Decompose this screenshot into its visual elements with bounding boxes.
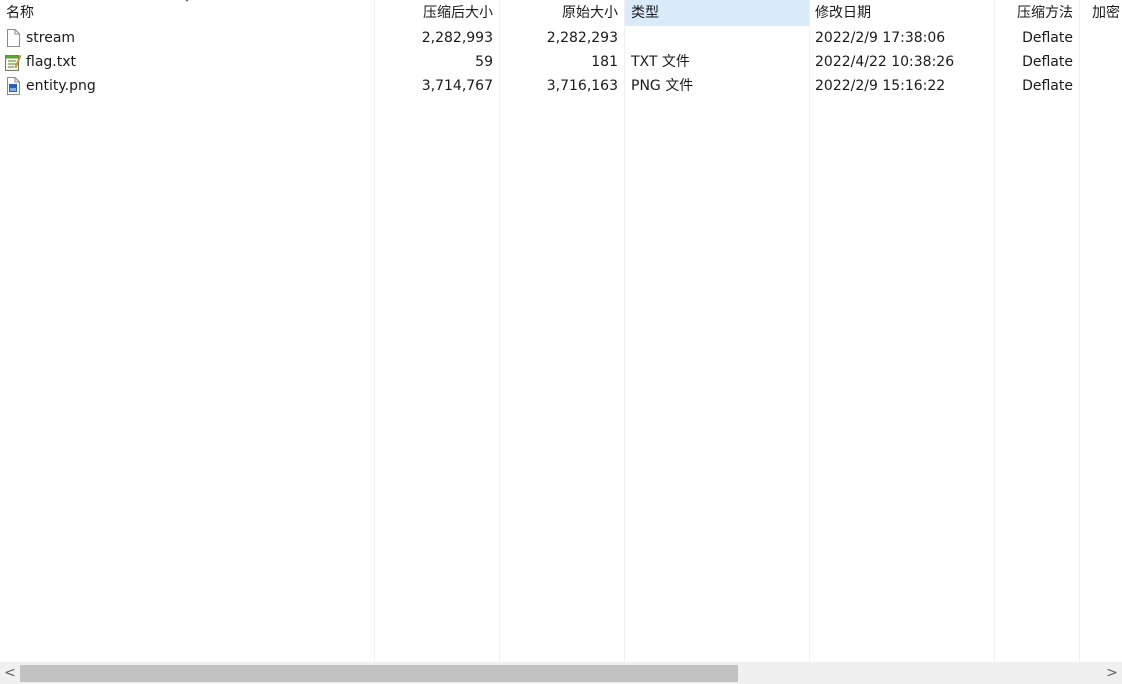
column-header-method[interactable]: 压缩方法 [994, 0, 1079, 26]
file-type: PNG 文件 [631, 78, 694, 94]
file-method: Deflate [1022, 78, 1073, 94]
file-row[interactable]: flag.txt 59 181 TXT 文件 2022/4/22 10:38:2… [0, 50, 1122, 74]
file-type [625, 26, 809, 50]
scroll-right-arrow-icon[interactable]: > [1102, 662, 1122, 684]
file-modified: 2022/2/9 17:38:06 [815, 30, 946, 46]
file-modified: 2022/4/22 10:38:26 [815, 54, 955, 70]
column-header-type[interactable]: 类型 [625, 0, 809, 26]
column-separator[interactable] [499, 0, 500, 662]
file-size: 2,282,293 [546, 30, 618, 46]
column-header-encrypted[interactable]: 加密 [1092, 0, 1122, 26]
file-list-view[interactable]: 名称 压缩后大小 原始大小 类型 修改日期 压缩方法 加密 stream 2,2… [0, 0, 1122, 662]
column-header-modified[interactable]: 修改日期 [809, 0, 994, 26]
column-separator[interactable] [374, 0, 375, 662]
file-size: 3,716,163 [546, 78, 618, 94]
file-row[interactable]: stream 2,282,993 2,282,293 2022/2/9 17:3… [0, 26, 1122, 50]
column-separator[interactable] [624, 0, 625, 662]
column-separator[interactable] [994, 0, 995, 662]
file-method: Deflate [1022, 30, 1073, 46]
column-header-bar: 名称 压缩后大小 原始大小 类型 修改日期 压缩方法 加密 [0, 0, 1122, 26]
file-method: Deflate [1022, 54, 1073, 70]
file-name: stream [26, 30, 76, 46]
file-packed-size: 59 [475, 54, 493, 70]
file-type: TXT 文件 [631, 54, 690, 70]
file-packed-size: 3,714,767 [421, 78, 493, 94]
file-packed-size: 2,282,993 [421, 30, 493, 46]
file-row[interactable]: entity.png 3,714,767 3,716,163 PNG 文件 20… [0, 74, 1122, 98]
horizontal-scrollbar[interactable]: < > [0, 662, 1122, 684]
column-separator[interactable] [1079, 0, 1080, 662]
scrollbar-thumb[interactable] [20, 665, 738, 682]
sort-descending-icon [185, 0, 189, 2]
column-header-packed-size[interactable]: 压缩后大小 [374, 0, 499, 26]
scroll-left-arrow-icon[interactable]: < [0, 662, 20, 684]
file-name: entity.png [26, 78, 96, 94]
file-size: 181 [591, 54, 618, 70]
column-separator[interactable] [809, 0, 810, 662]
column-header-size[interactable]: 原始大小 [499, 0, 624, 26]
file-name: flag.txt [26, 54, 76, 70]
file-modified: 2022/2/9 15:16:22 [815, 78, 946, 94]
